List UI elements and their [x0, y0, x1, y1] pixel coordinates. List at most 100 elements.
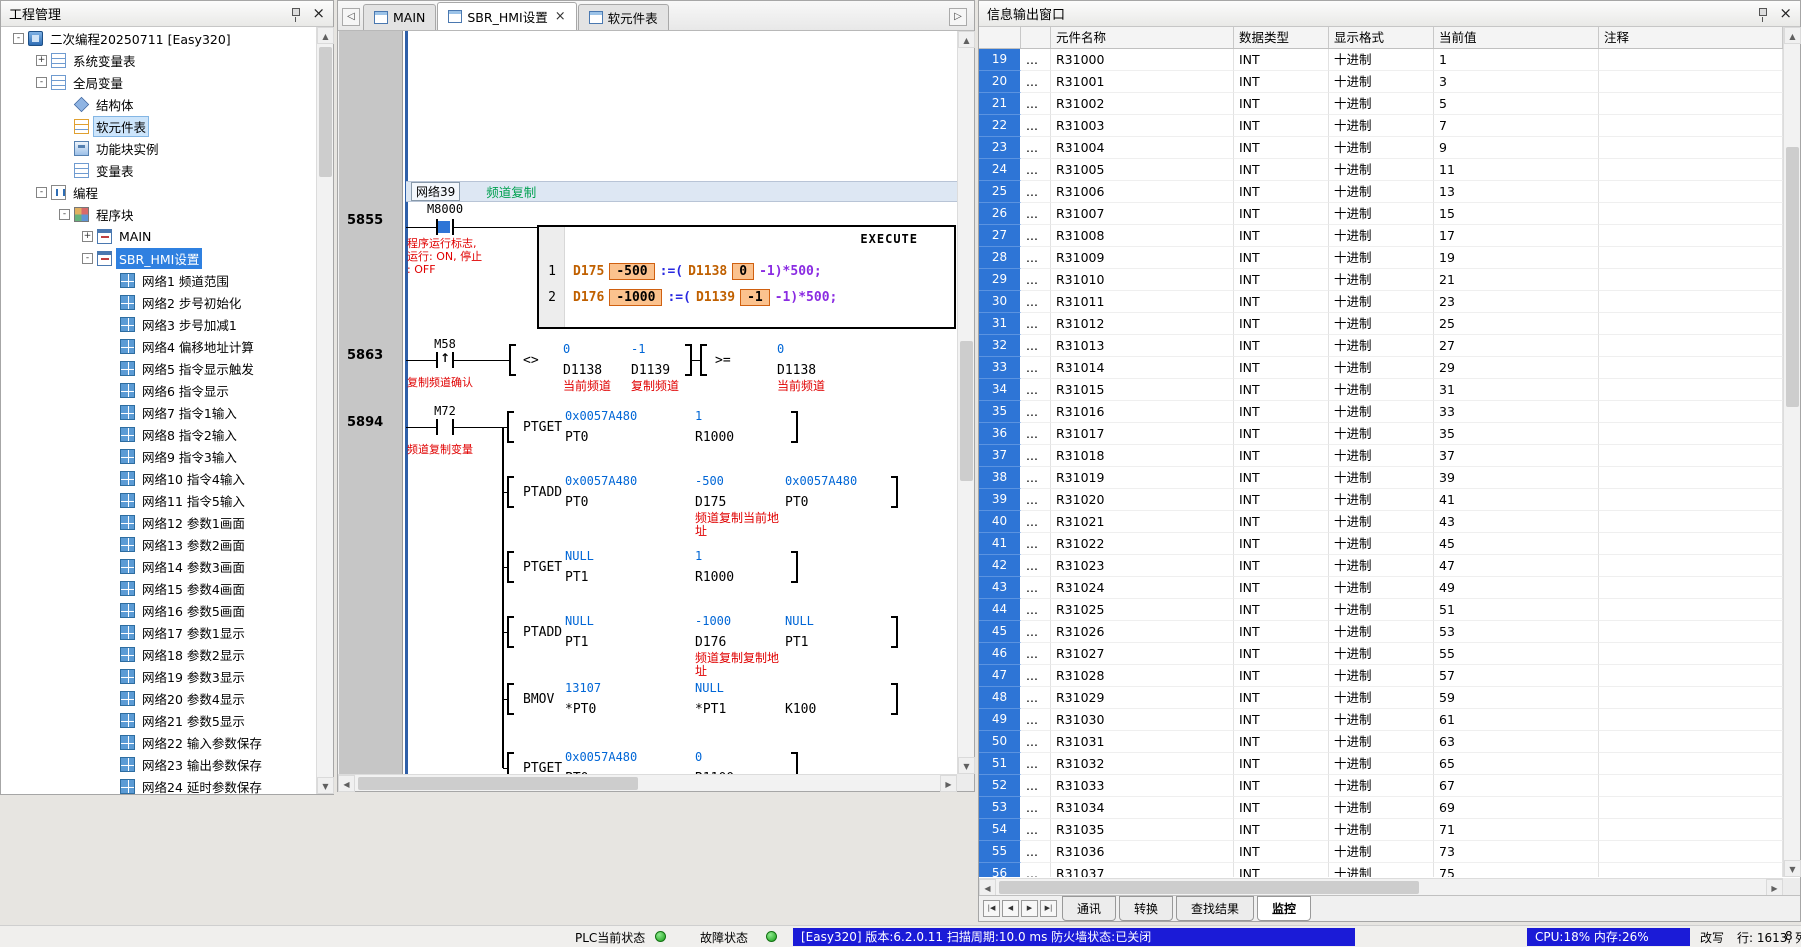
row-number-cell[interactable]: 32: [979, 335, 1021, 357]
table-row[interactable]: 28...R31009INT十进制19: [979, 247, 1783, 269]
output-tab[interactable]: 查找结果: [1176, 896, 1254, 921]
row-number-cell[interactable]: 22: [979, 115, 1021, 137]
row-number-cell[interactable]: 30: [979, 291, 1021, 313]
row-number-cell[interactable]: 25: [979, 181, 1021, 203]
tab-scroll-right-button[interactable]: ▷: [949, 8, 967, 26]
tree-item[interactable]: 网络14 参数3画面: [1, 555, 316, 577]
st-value-box[interactable]: -1: [740, 289, 770, 306]
tree-item[interactable]: +系统变量表: [1, 49, 316, 71]
column-header[interactable]: 数据类型: [1234, 27, 1329, 48]
instruction-operand[interactable]: K100: [785, 702, 816, 717]
row-number-cell[interactable]: 24: [979, 159, 1021, 181]
row-number-cell[interactable]: 40: [979, 511, 1021, 533]
collapse-icon[interactable]: -: [36, 187, 47, 198]
instruction-operand[interactable]: D176: [695, 635, 726, 650]
scroll-left-icon[interactable]: ◀: [979, 879, 996, 896]
tree-item[interactable]: -编程: [1, 181, 316, 203]
editor-tab[interactable]: MAIN: [363, 4, 436, 30]
nav-prev-button[interactable]: ◀: [1002, 900, 1019, 917]
scroll-right-icon[interactable]: ▶: [1766, 879, 1783, 896]
row-number-cell[interactable]: 44: [979, 599, 1021, 621]
nav-last-button[interactable]: ▶|: [1040, 900, 1057, 917]
tree-item[interactable]: -全局变量: [1, 71, 316, 93]
row-number-cell[interactable]: 29: [979, 269, 1021, 291]
scroll-up-icon[interactable]: ▲: [958, 31, 975, 48]
output-tab[interactable]: 监控: [1257, 896, 1311, 921]
browse-button[interactable]: ...: [1021, 379, 1051, 401]
row-number-cell[interactable]: 54: [979, 819, 1021, 841]
table-row[interactable]: 45...R31026INT十进制53: [979, 621, 1783, 643]
row-number-cell[interactable]: 31: [979, 313, 1021, 335]
tree-item[interactable]: 网络21 参数5显示: [1, 709, 316, 731]
scroll-left-icon[interactable]: ◀: [338, 775, 355, 792]
collapse-icon[interactable]: -: [59, 209, 70, 220]
browse-button[interactable]: ...: [1021, 445, 1051, 467]
scroll-right-icon[interactable]: ▶: [940, 775, 957, 792]
tree-item[interactable]: 网络8 指令2输入: [1, 423, 316, 445]
browse-button[interactable]: ...: [1021, 533, 1051, 555]
row-number-cell[interactable]: 33: [979, 357, 1021, 379]
collapse-icon[interactable]: -: [36, 77, 47, 88]
table-row[interactable]: 23...R31004INT十进制9: [979, 137, 1783, 159]
tree-item[interactable]: 网络15 参数4画面: [1, 577, 316, 599]
row-number-cell[interactable]: 45: [979, 621, 1021, 643]
column-header[interactable]: [1021, 27, 1051, 48]
ladder-horizontal-scrollbar[interactable]: ◀ ▶: [338, 774, 957, 791]
row-number-cell[interactable]: 51: [979, 753, 1021, 775]
row-number-cell[interactable]: 19: [979, 49, 1021, 71]
editor-tab[interactable]: SBR_HMI设置×: [437, 2, 576, 30]
row-number-cell[interactable]: 43: [979, 577, 1021, 599]
table-row[interactable]: 49...R31030INT十进制61: [979, 709, 1783, 731]
row-number-cell[interactable]: 55: [979, 841, 1021, 863]
compare-operand[interactable]: D1138: [777, 363, 816, 378]
network-header[interactable]: 网络39 频道复制: [406, 181, 957, 202]
instruction-value[interactable]: 0: [695, 750, 702, 764]
tree-item[interactable]: 网络23 输出参数保存: [1, 753, 316, 775]
table-row[interactable]: 56...R31037INT十进制75: [979, 863, 1783, 877]
table-row[interactable]: 39...R31020INT十进制41: [979, 489, 1783, 511]
nav-first-button[interactable]: |◀: [983, 900, 1000, 917]
browse-button[interactable]: ...: [1021, 621, 1051, 643]
browse-button[interactable]: ...: [1021, 423, 1051, 445]
tree-item[interactable]: 网络18 参数2显示: [1, 643, 316, 665]
instruction-name[interactable]: PTGET: [523, 761, 562, 774]
instruction-name[interactable]: PTGET: [523, 560, 562, 575]
browse-button[interactable]: ...: [1021, 137, 1051, 159]
browse-button[interactable]: ...: [1021, 401, 1051, 423]
ladder-vertical-scrollbar[interactable]: ▲ ▼: [957, 31, 974, 774]
table-row[interactable]: 33...R31014INT十进制29: [979, 357, 1783, 379]
browse-button[interactable]: ...: [1021, 247, 1051, 269]
tree-item[interactable]: 网络6 指令显示: [1, 379, 316, 401]
scroll-down-icon[interactable]: ▼: [1784, 860, 1801, 877]
browse-button[interactable]: ...: [1021, 357, 1051, 379]
instruction-operand[interactable]: PT0: [785, 495, 808, 510]
browse-button[interactable]: ...: [1021, 819, 1051, 841]
tree-item[interactable]: -程序块: [1, 203, 316, 225]
instruction-value[interactable]: 1: [695, 549, 702, 563]
row-number-cell[interactable]: 41: [979, 533, 1021, 555]
tab-close-icon[interactable]: ×: [555, 9, 566, 24]
tree-item[interactable]: 功能块实例: [1, 137, 316, 159]
tree-item[interactable]: 网络20 参数4显示: [1, 687, 316, 709]
row-number-cell[interactable]: 26: [979, 203, 1021, 225]
instruction-value[interactable]: NULL: [565, 549, 594, 563]
tree-item[interactable]: 网络2 步号初始化: [1, 291, 316, 313]
scrollbar-thumb[interactable]: [319, 47, 332, 177]
contact-on-state-icon[interactable]: [438, 221, 450, 233]
table-row[interactable]: 19...R31000INT十进制1: [979, 49, 1783, 71]
instruction-value[interactable]: 0x0057A480: [565, 409, 637, 423]
row-number-cell[interactable]: 46: [979, 643, 1021, 665]
browse-button[interactable]: ...: [1021, 577, 1051, 599]
tree-item[interactable]: 网络24 延时参数保存: [1, 775, 316, 794]
browse-button[interactable]: ...: [1021, 665, 1051, 687]
browse-button[interactable]: ...: [1021, 511, 1051, 533]
instruction-value[interactable]: NULL: [785, 614, 814, 628]
table-row[interactable]: 55...R31036INT十进制73: [979, 841, 1783, 863]
tree-item[interactable]: -SBR_HMI设置: [1, 247, 316, 269]
tree-item[interactable]: 网络1 频道范围: [1, 269, 316, 291]
execute-block[interactable]: EXECUTE1D175-500:=(D11380-1)*500;2D176-1…: [537, 225, 956, 329]
instruction-value[interactable]: 0x0057A480: [565, 750, 637, 764]
tree-item[interactable]: -二次编程20250711 [Easy320]: [1, 27, 316, 49]
row-number-cell[interactable]: 37: [979, 445, 1021, 467]
network-label[interactable]: 网络39: [411, 182, 460, 201]
